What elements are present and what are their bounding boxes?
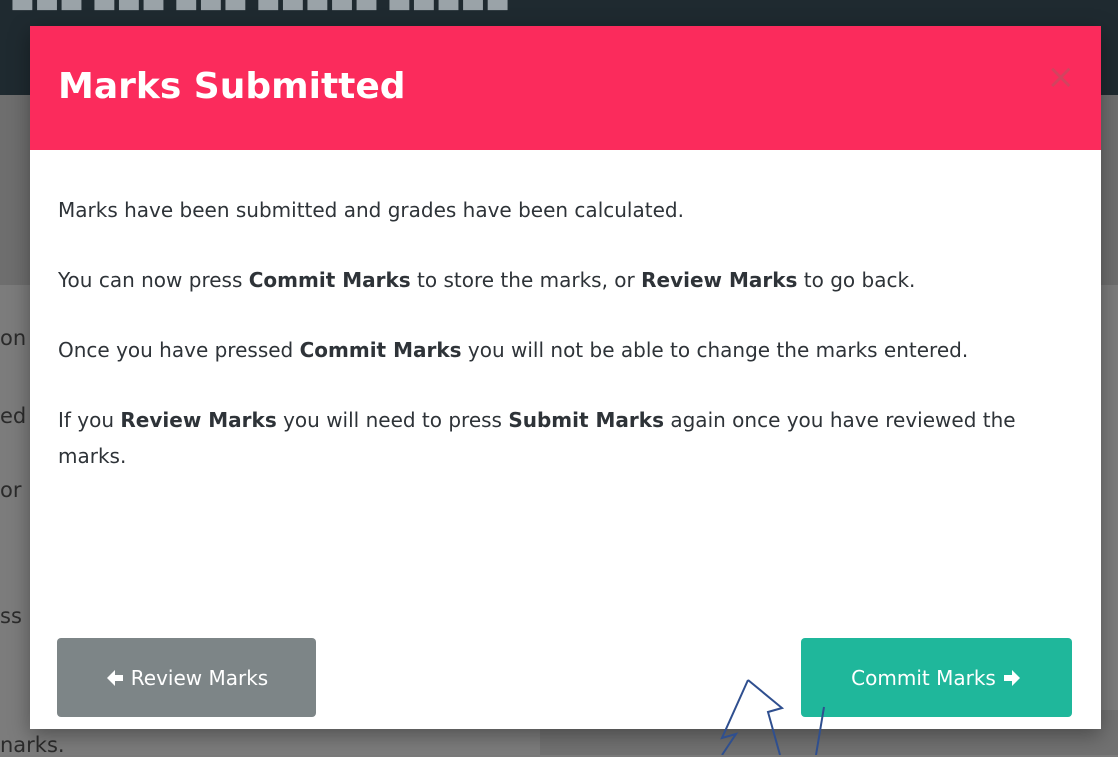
body-paragraph-1: Marks have been submitted and grades hav… — [58, 192, 1078, 228]
close-icon[interactable]: × — [1047, 60, 1076, 94]
body-text: to store the marks, or — [410, 268, 642, 292]
body-paragraph-2: You can now press Commit Marks to store … — [58, 262, 1078, 298]
emphasized-text: Review Marks — [120, 408, 277, 432]
emphasized-text: Review Marks — [641, 268, 798, 292]
background-text-fragment: ss — [0, 604, 22, 628]
emphasized-text: Commit Marks — [248, 268, 411, 292]
arrow-right-icon — [1003, 669, 1020, 686]
background-text-fragment: on — [0, 326, 27, 350]
body-text: If you — [58, 408, 121, 432]
emphasized-text: Submit Marks — [508, 408, 664, 432]
review-marks-label: Review Marks — [130, 665, 269, 690]
commit-marks-button[interactable]: Commit Marks — [801, 638, 1072, 717]
background-text-fragment: narks. — [0, 733, 65, 757]
marks-submitted-modal: Marks Submitted × Marks have been submit… — [30, 26, 1101, 729]
body-text: Once you have pressed — [58, 338, 300, 362]
body-text: to go back. — [797, 268, 916, 292]
body-text: Marks have been submitted and grades hav… — [58, 198, 684, 222]
background-title-fragment: ■■■ ■■■ ■■■ ■■■■■ ■■■■■ — [10, 0, 510, 14]
arrow-left-icon — [106, 669, 123, 686]
body-paragraph-4: If you Review Marks you will need to pre… — [58, 402, 1078, 474]
body-text: You can now press — [58, 268, 249, 292]
review-marks-button[interactable]: Review Marks — [57, 638, 316, 717]
background-text-fragment: or — [0, 478, 22, 502]
body-paragraph-3: Once you have pressed Commit Marks you w… — [58, 332, 1078, 368]
emphasized-text: Commit Marks — [299, 338, 462, 362]
modal-title: Marks Submitted — [58, 66, 406, 107]
background-text-fragment: ed — [0, 404, 27, 428]
modal-header: Marks Submitted × — [30, 26, 1101, 150]
body-text: you will not be able to change the marks… — [461, 338, 969, 362]
modal-body: Marks have been submitted and grades hav… — [58, 192, 1078, 508]
commit-marks-label: Commit Marks — [851, 665, 996, 690]
body-text: you will need to press — [276, 408, 509, 432]
